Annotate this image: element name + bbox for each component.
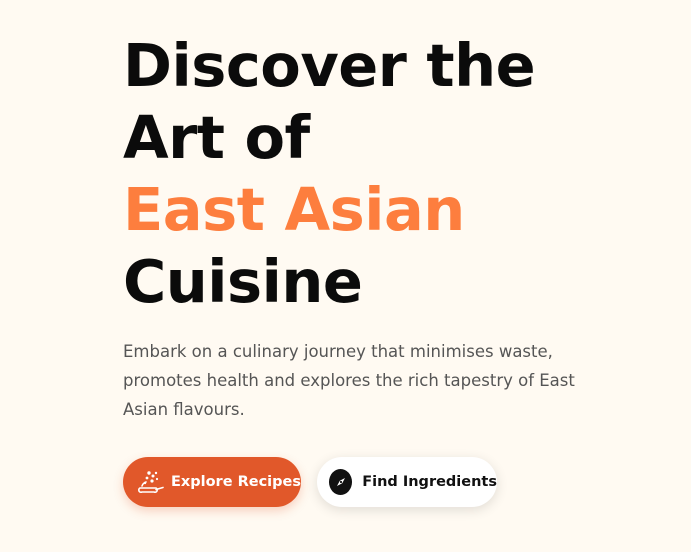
find-ingredients-button[interactable]: Find Ingredients: [317, 457, 497, 507]
hero-section: Discover the Art of East Asian Cuisine E…: [0, 0, 691, 552]
headline-line-4: Cuisine: [123, 247, 363, 316]
headline-accent: East Asian: [123, 175, 465, 244]
headline-line-1: Discover the: [123, 31, 536, 100]
compass-icon: [329, 469, 353, 495]
cooking-pan-icon: [135, 466, 167, 498]
hero-subtitle: Embark on a culinary journey that minimi…: [123, 342, 575, 419]
explore-recipes-button[interactable]: Explore Recipes: [123, 457, 301, 507]
hero-headline: Discover the Art of East Asian Cuisine: [123, 30, 536, 318]
headline-line-2: Art of: [123, 103, 310, 172]
explore-recipes-label: Explore Recipes: [170, 474, 301, 490]
find-ingredients-label: Find Ingredients: [362, 474, 497, 490]
